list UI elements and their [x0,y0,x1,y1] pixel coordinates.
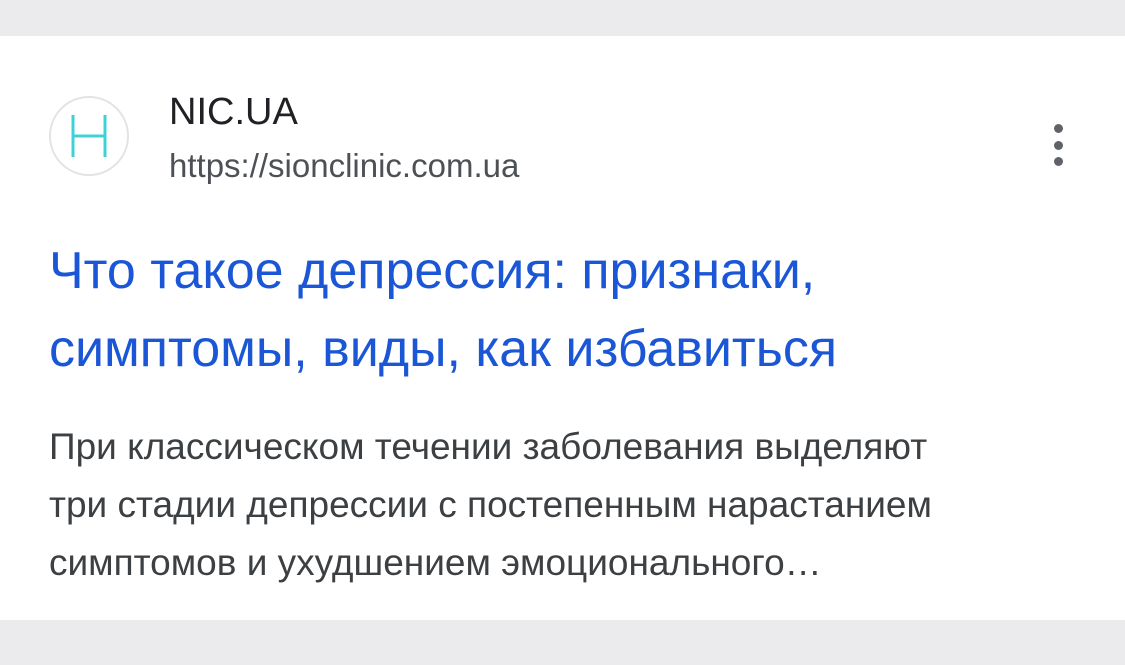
three-dots-vertical-icon [1053,124,1063,133]
snippet-line: три стадии депрессии с постепенным нарас… [49,484,932,525]
site-name[interactable]: NIC.UA [169,90,298,134]
result-title-link[interactable]: Что такое депрессия: признаки, симптомы,… [49,232,1089,388]
result-snippet: При классическом течении заболевания выд… [49,418,1099,592]
site-favicon[interactable] [49,96,129,176]
snippet-line: При классическом течении заболевания выд… [49,426,928,467]
snippet-line: симптомов и ухудшением эмоционального… [49,542,822,583]
result-title-line: Что такое депрессия: признаки, [49,242,816,300]
three-dots-vertical-icon [1053,157,1063,166]
letter-h-icon [71,115,107,157]
result-title-line: симптомы, виды, как избавиться [49,320,837,378]
more-options-button[interactable] [1038,120,1078,170]
site-url[interactable]: https://sionclinic.com.ua [169,146,519,186]
search-result-card: NIC.UA https://sionclinic.com.ua Что так… [0,36,1125,620]
three-dots-vertical-icon [1053,140,1063,150]
